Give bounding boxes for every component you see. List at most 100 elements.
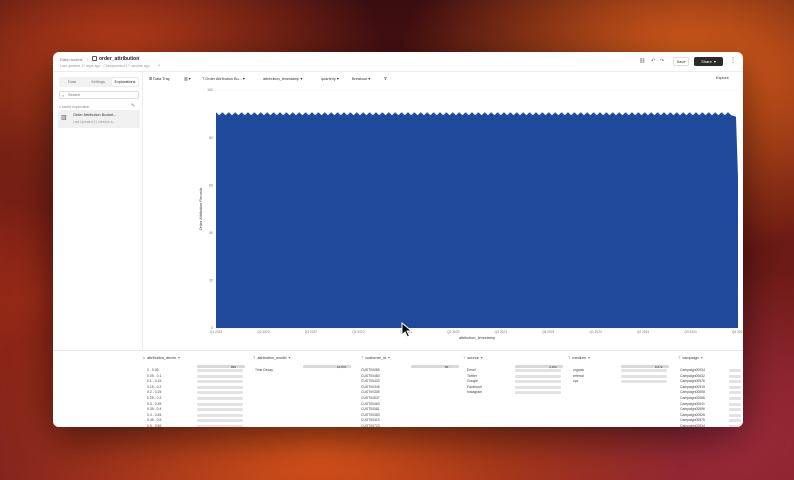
data-table: # attribution_decim ▾ Tattribution_model ▾ Tc…: [53, 350, 743, 427]
column-name: campaign: [682, 355, 699, 360]
edit-icon[interactable]: ✎: [131, 103, 135, 109]
column-name: attribution_decim: [147, 355, 177, 360]
table-cell: CUST00537: [361, 396, 380, 400]
x-tick-label: Q3 2024: [684, 330, 696, 334]
table-cell: Campaign00528: [680, 412, 705, 417]
table-cell: CUST00723: [361, 424, 380, 427]
column-header[interactable]: # attribution_decim ▾: [143, 353, 180, 362]
granularity-select[interactable]: quarterly ▾: [321, 76, 339, 81]
breadcrumb[interactable]: Data models: [60, 57, 82, 62]
share-button[interactable]: Share ▾: [694, 57, 723, 66]
table-cell: Campaign00534: [680, 424, 705, 427]
chevron-down-icon: ▾: [388, 356, 390, 360]
y-tick-label: 60: [209, 183, 213, 187]
chart-toolbar: ⊞ Data Tray ▥ ▾ T Order Attribution Bu..…: [144, 72, 743, 86]
column-header[interactable]: Tcustomer_id ▾: [361, 353, 390, 362]
summary-count: 4,150: [549, 364, 557, 369]
value-bar: [729, 408, 741, 412]
top-bar: Data models / order_attribution ☆ Last u…: [53, 52, 743, 72]
table-cell: 0.2 - 0.25: [147, 390, 162, 395]
table-cell: 0.5 - 0.55: [147, 424, 162, 427]
search-box: ⌕: [59, 91, 139, 99]
tab-data[interactable]: Data: [59, 77, 85, 87]
chart-type-select[interactable]: ▥ ▾: [184, 76, 191, 81]
value-bar: [197, 408, 243, 412]
x-axis-title: attribution_timestamp: [459, 336, 495, 340]
column-type-icon: #: [143, 355, 146, 360]
value-bar: [197, 385, 243, 389]
table-cell: CUST00305: [361, 390, 380, 395]
table-cell: CUST00581: [361, 407, 380, 412]
column-type-icon: T: [463, 355, 466, 360]
x-tick-label: Q3 2022: [305, 330, 317, 334]
table-cell: Campaign00632: [680, 373, 705, 378]
x-axis-select[interactable]: attribution_timestamp ▾: [263, 76, 302, 81]
value-bar: [729, 391, 741, 395]
x-tick-label: Q3 2023: [495, 330, 507, 334]
link-icon[interactable]: ⛓: [639, 58, 645, 64]
column-name: customer_id: [365, 355, 387, 360]
undo-icon[interactable]: ↶: [651, 58, 655, 64]
value-bar: [197, 380, 243, 384]
table-cell: CUST00085: [361, 368, 380, 372]
summary-bar: [411, 365, 459, 368]
app-window: Data models / order_attribution ☆ Last u…: [53, 52, 743, 427]
y-tick-label: 20: [209, 279, 213, 283]
table-cell: 0.35 - 0.4: [147, 407, 162, 412]
table-cell: 0.15 - 0.2: [147, 384, 162, 389]
table-cell: Campaign00508: [680, 390, 705, 395]
table-cell: cpc: [573, 379, 579, 384]
value-bar: [515, 374, 561, 378]
saved-exploration-subtitle: Last Updated 21 minutes a...: [73, 120, 116, 124]
tab-settings[interactable]: Settings: [85, 77, 111, 87]
explore-button[interactable]: Explore: [716, 76, 729, 80]
column-header[interactable]: Tcampaign ▾: [678, 353, 703, 362]
summary-count: 86: [445, 364, 449, 369]
table-cell: Facebook: [467, 384, 482, 389]
x-tick-label: Q2 2023: [447, 330, 459, 334]
star-icon[interactable]: ☆: [136, 55, 140, 61]
bar-chart-icon: ▥ ▾: [184, 77, 191, 81]
value-bar: [729, 419, 741, 423]
filter-label: T Order Attribution Bu...: [202, 77, 242, 81]
breadcrumb-separator: /: [87, 57, 89, 62]
x-tick-label: Q4 2022: [352, 330, 364, 334]
chevron-down-icon: ▾: [713, 59, 716, 64]
table-cell: 0.3 - 0.35: [147, 401, 162, 406]
search-input[interactable]: [68, 93, 136, 97]
chart-area[interactable]: 0 20 40 60 80 100 Q1 2022 Q2 2022 Q3 2022 Q4 2022…: [144, 86, 743, 350]
value-bar: [197, 397, 243, 400]
breakout-select[interactable]: Breakout ▾: [352, 76, 370, 81]
data-tray-button[interactable]: ⊞ Data Tray: [149, 76, 170, 81]
external-link-icon[interactable]: ↗: [157, 63, 160, 68]
column-type-icon: T: [253, 355, 256, 360]
value-bar: [197, 374, 243, 378]
table-cell: Campaign00586: [680, 396, 705, 400]
x-tick-label: Q2 2022: [257, 330, 269, 334]
column-header[interactable]: Tmedium ▾: [568, 353, 590, 362]
sidebar: Data Settings Explorations ⌕ 1 saved exp…: [53, 72, 143, 350]
value-bar: [515, 380, 561, 384]
table-cell: Instagram: [467, 390, 483, 395]
chevron-down-icon: ▾: [178, 356, 180, 360]
saved-exploration-item[interactable]: ▥ Order Attribution Bucket... Last Updat…: [58, 110, 140, 128]
column-header[interactable]: Tattribution_model ▾: [253, 353, 290, 362]
y-axis-title: Order Attribution Records: [199, 187, 203, 230]
more-options-icon[interactable]: ⋮: [730, 57, 736, 64]
filter-select[interactable]: T Order Attribution Bu... ▾: [202, 76, 245, 81]
save-button[interactable]: Save: [673, 57, 689, 66]
sidebar-tabs: Data Settings Explorations: [59, 77, 139, 87]
table-cell: Email: [467, 368, 476, 372]
column-name: medium: [572, 355, 586, 360]
redo-icon[interactable]: ↷: [660, 58, 664, 64]
x-tick-label: Q4 2024: [732, 330, 743, 334]
area-chart: 020406080100Q1 2022 Q2 2022 Q3 2022 Q4 2022…: [199, 88, 743, 340]
page-title: order_attribution: [99, 56, 140, 62]
table-cell: Campaign00515: [680, 384, 705, 389]
area-series: [216, 112, 738, 328]
column-header[interactable]: Tsource ▾: [463, 353, 483, 362]
tab-explorations[interactable]: Explorations: [112, 78, 138, 86]
filter-icon[interactable]: ⊽: [384, 76, 387, 81]
value-bar: [729, 413, 741, 417]
model-icon: [92, 56, 97, 61]
